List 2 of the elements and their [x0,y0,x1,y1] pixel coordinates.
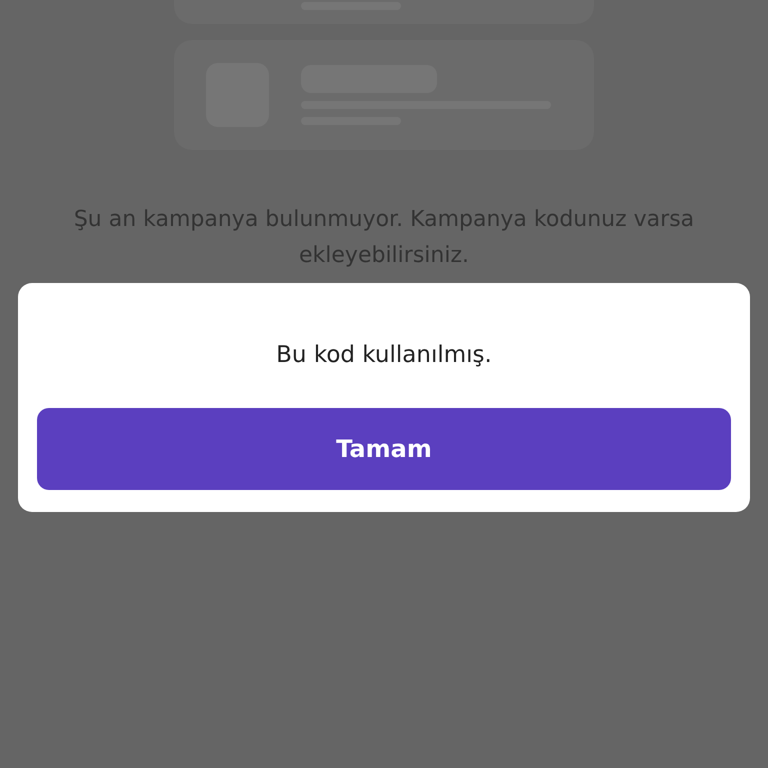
ok-button[interactable]: Tamam [37,408,731,490]
dialog-message: Bu kod kullanılmış. [275,341,493,370]
